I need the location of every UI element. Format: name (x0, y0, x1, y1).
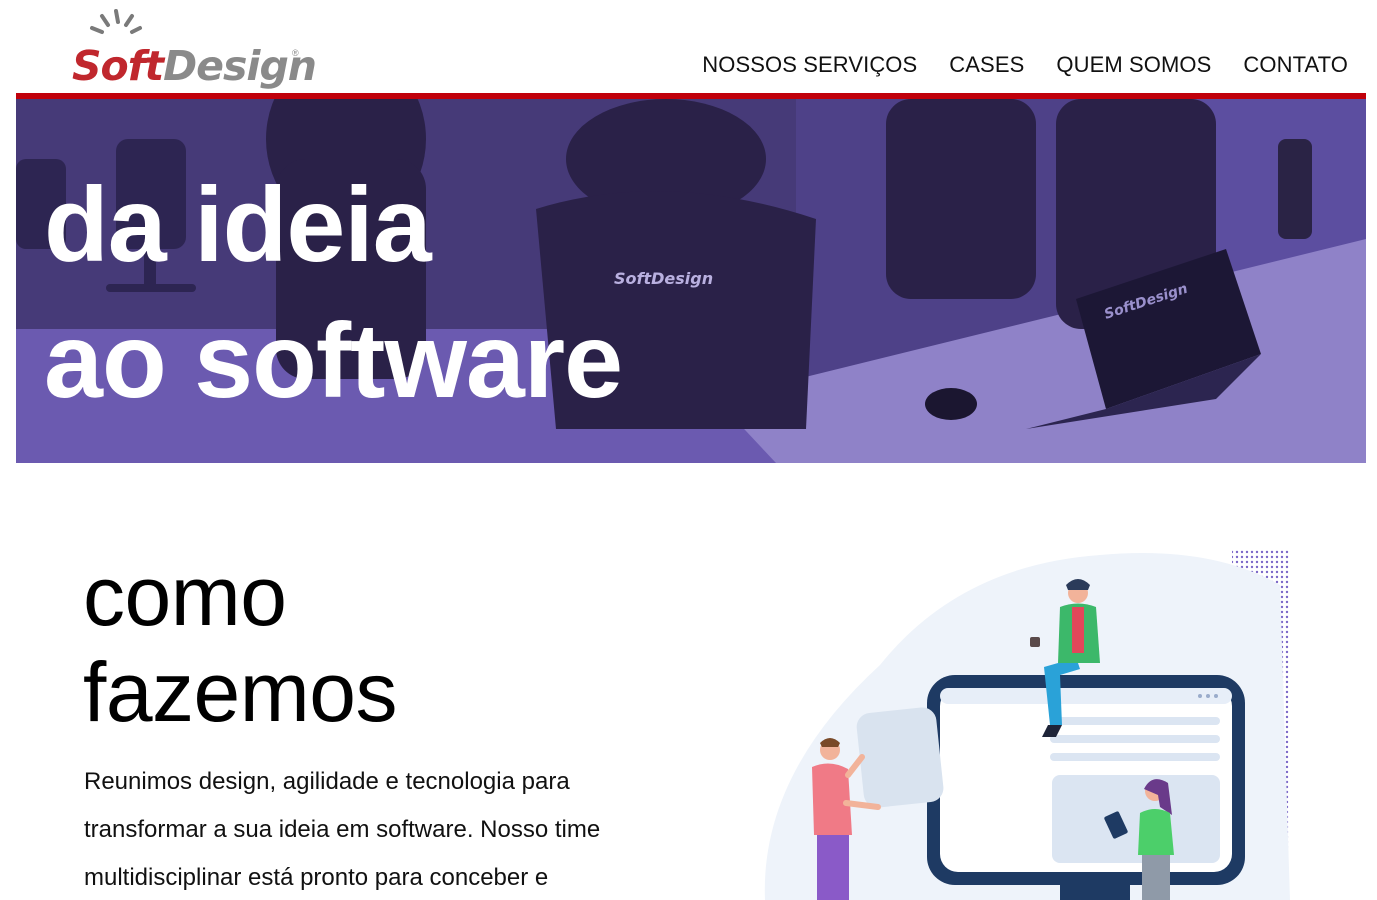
section-title: como fazemos (83, 548, 397, 740)
people-illustration (764, 550, 1290, 900)
section-title-line2: fazemos (83, 645, 397, 739)
section-title-line1: como (83, 549, 287, 643)
main-nav: NOSSOS SERVIÇOS CASES QUEM SOMOS CONTATO (702, 52, 1348, 78)
site-header: SoftDesign ® NOSSOS SERVIÇOS CASES QUEM … (0, 0, 1377, 93)
nav-item-quem-somos[interactable]: QUEM SOMOS (1056, 52, 1211, 78)
softdesign-logo[interactable]: SoftDesign ® (72, 8, 317, 90)
nav-item-cases[interactable]: CASES (949, 52, 1024, 78)
hero-headline: da ideia ao software (44, 157, 623, 429)
logo-wordmark: SoftDesign (72, 42, 317, 90)
shirt-logo-text: SoftDesign (614, 269, 713, 288)
hero-banner: SoftDesign SoftDesign da ideia ao softwa… (16, 99, 1366, 463)
nav-item-servicos[interactable]: NOSSOS SERVIÇOS (702, 52, 917, 78)
registered-mark: ® (292, 48, 299, 58)
nav-item-contato[interactable]: CONTATO (1243, 52, 1348, 78)
section-description: Reunimos design, agilidade e tecnologia … (84, 768, 601, 891)
logo-soft: Soft (72, 42, 164, 90)
hero-headline-line1: da ideia (44, 166, 432, 284)
hero-headline-line2: ao software (44, 302, 623, 420)
logo-rays-icon (90, 9, 142, 34)
